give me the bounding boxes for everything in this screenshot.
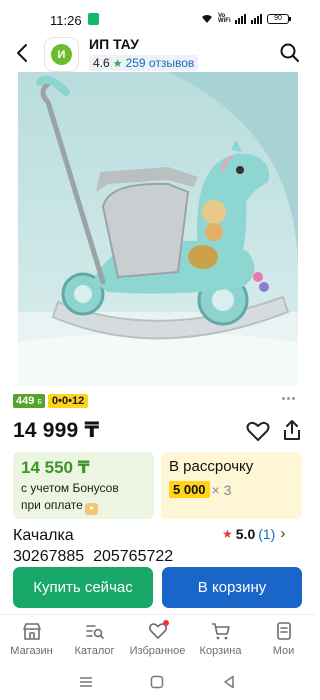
seller-reviews-link[interactable]: 259 отзывов (126, 56, 195, 70)
product-rating-value: 5.0 (235, 525, 256, 542)
status-icons: Vo WiFi 90 (201, 13, 291, 24)
seller-name[interactable]: ИП ТАУ (89, 36, 139, 52)
bonus-badge-currency: Б (37, 399, 43, 406)
nav-favorites-label: Избранное (129, 645, 186, 657)
shop-icon (22, 623, 41, 640)
wifi-icon (202, 15, 212, 23)
chevron-right-icon: › (280, 525, 286, 542)
installment-row: 5 000 × 3 (169, 481, 294, 498)
battery-icon: 90 (267, 14, 291, 24)
nav-cart[interactable]: Корзина (189, 615, 252, 664)
action-bar: Купить сейчас В корзину (0, 562, 315, 614)
notification-dot (163, 620, 169, 626)
back-arrow-icon[interactable] (10, 40, 36, 66)
buy-now-button[interactable]: Купить сейчас (13, 567, 153, 608)
rating-star-icon: ★ (222, 526, 233, 541)
nav-favorites[interactable]: Избранное (126, 615, 189, 664)
battery-level: 90 (274, 15, 282, 22)
nav-shop[interactable]: Магазин (0, 615, 63, 664)
system-nav-bar (0, 664, 315, 700)
bonus-price: 14 550 ₸ (21, 458, 90, 477)
seller-initial: И (51, 44, 72, 65)
bonus-price-card[interactable]: 14 550 ₸ с учетом Бонусов при оплате ● (13, 452, 154, 519)
signal-icon (235, 14, 246, 24)
product-title: Качалка (13, 527, 74, 544)
nav-catalog[interactable]: Каталог (63, 615, 126, 664)
home-icon[interactable] (150, 675, 164, 689)
installment-multiplier: × 3 (211, 481, 232, 498)
seller-logo[interactable]: И (45, 38, 78, 71)
signal-icon-2 (251, 14, 262, 24)
product-rating[interactable]: ★ 5.0 (1) › (222, 525, 285, 542)
back-triangle-icon[interactable] (222, 675, 236, 689)
status-time: 11:26 (50, 13, 82, 28)
rocking-horse-illustration (18, 72, 298, 386)
installment-badge: 0•0•12 (48, 394, 89, 408)
heart-icon[interactable] (246, 420, 270, 442)
installment-title: В рассрочку (169, 458, 254, 475)
share-icon[interactable] (281, 418, 303, 442)
bonus-coin-icon: ● (84, 503, 98, 515)
status-bar: 11:26 Vo WiFi 90 (0, 0, 315, 36)
product-image[interactable] (18, 72, 298, 386)
bonus-badge: 449 Б (13, 394, 46, 408)
nav-cart-label: Корзина (199, 645, 242, 657)
bonus-text-line2: при оплате (21, 498, 83, 512)
add-to-cart-button[interactable]: В корзину (162, 567, 302, 608)
nav-catalog-label: Каталог (74, 645, 115, 657)
seller-rating-value: 4.6 (93, 56, 110, 70)
menu-icon[interactable] (79, 675, 93, 689)
star-icon: ★ (112, 57, 123, 70)
nav-orders[interactable]: Мои (252, 615, 315, 664)
search-icon[interactable] (277, 40, 303, 66)
bonus-text-line1: с учетом Бонусов (21, 481, 119, 495)
image-pagination-dots (282, 397, 295, 400)
promo-badges: 449 Б 0•0•12 (13, 394, 89, 408)
vowifi-label: Vo WiFi (218, 13, 231, 24)
app-notification-icon (88, 13, 99, 25)
product-rating-count: (1) (258, 525, 276, 542)
catalog-icon (85, 625, 104, 639)
nav-orders-label: Мои (272, 645, 295, 657)
bottom-nav: Магазин Каталог Избранное Корзина Мои (0, 614, 315, 664)
installment-card[interactable]: В рассрочку 5 000 × 3 (161, 452, 302, 519)
bonus-text: с учетом Бонусов при оплате ● (21, 480, 146, 515)
installment-amount: 5 000 (169, 481, 210, 498)
orders-icon (276, 622, 291, 640)
cart-icon (211, 623, 230, 640)
seller-rating[interactable]: 4.6 ★ 259 отзывов (89, 55, 199, 71)
header: И ИП ТАУ 4.6 ★ 259 отзывов (0, 36, 315, 74)
bonus-badge-amount: 449 (16, 395, 35, 407)
product-price: 14 999 ₸ (13, 419, 100, 442)
nav-shop-label: Магазин (10, 645, 53, 657)
